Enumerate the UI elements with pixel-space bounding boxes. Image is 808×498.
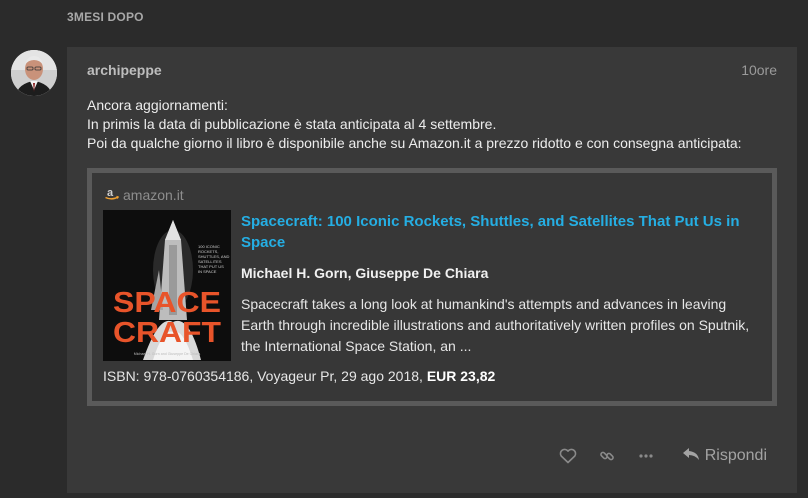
onebox-price: EUR 23,82 bbox=[426, 368, 496, 384]
more-icon[interactable] bbox=[636, 446, 656, 466]
onebox-description: Spacecraft takes a long look at humankin… bbox=[241, 296, 750, 354]
cover-title-word: CRAFT bbox=[113, 317, 221, 349]
reply-icon bbox=[682, 447, 700, 466]
post-line: In primis la data di pubblicazione è sta… bbox=[87, 116, 497, 132]
book-cover-image[interactable]: 100 ICONIC ROCKETS, SHUTTLES, AND SATELL… bbox=[103, 210, 231, 361]
svg-text:a: a bbox=[107, 187, 114, 199]
onebox-footer: ISBN: 978-0760354186, Voyageur Pr, 29 ag… bbox=[103, 368, 495, 384]
post: archipeppe 10ore Ancora aggiornamenti: I… bbox=[67, 47, 797, 493]
onebox-isbn-info: ISBN: 978-0760354186, Voyageur Pr, 29 ag… bbox=[103, 368, 427, 384]
onebox-authors: Michael H. Gorn, Giuseppe De Chiara bbox=[241, 265, 489, 281]
cover-subtitle-line: IN SPACE bbox=[198, 269, 217, 274]
post-line: Poi da qualche giorno il libro è disponi… bbox=[87, 135, 742, 151]
post-line: Ancora aggiornamenti: bbox=[87, 97, 228, 113]
amazon-icon: a bbox=[104, 186, 120, 203]
cover-title-word: SPACE bbox=[113, 287, 221, 319]
avatar-image bbox=[11, 50, 57, 96]
link-icon[interactable] bbox=[597, 446, 617, 466]
onebox-title-link[interactable]: Spacecraft: 100 Iconic Rockets, Shuttles… bbox=[241, 211, 761, 253]
post-body: Ancora aggiornamenti: In primis la data … bbox=[87, 96, 777, 153]
post-timestamp[interactable]: 10ore bbox=[741, 62, 777, 78]
post-username[interactable]: archipeppe bbox=[87, 62, 162, 78]
avatar[interactable] bbox=[11, 50, 57, 96]
cover-authors: Michael H. Gorn and Giuseppe De Chiara bbox=[134, 352, 201, 356]
onebox-source-label: amazon.it bbox=[123, 186, 184, 203]
post-actions: Rispondi bbox=[539, 444, 767, 468]
reply-label: Rispondi bbox=[704, 447, 767, 464]
reply-button[interactable]: Rispondi bbox=[682, 447, 767, 466]
onebox-source[interactable]: a amazon.it bbox=[104, 186, 184, 203]
time-gap-label: 3MESI DOPO bbox=[67, 10, 144, 24]
link-preview-onebox: a amazon.it 100 ICONIC ROCKETS, SHUTTLES… bbox=[87, 168, 777, 406]
heart-icon[interactable] bbox=[558, 446, 578, 466]
